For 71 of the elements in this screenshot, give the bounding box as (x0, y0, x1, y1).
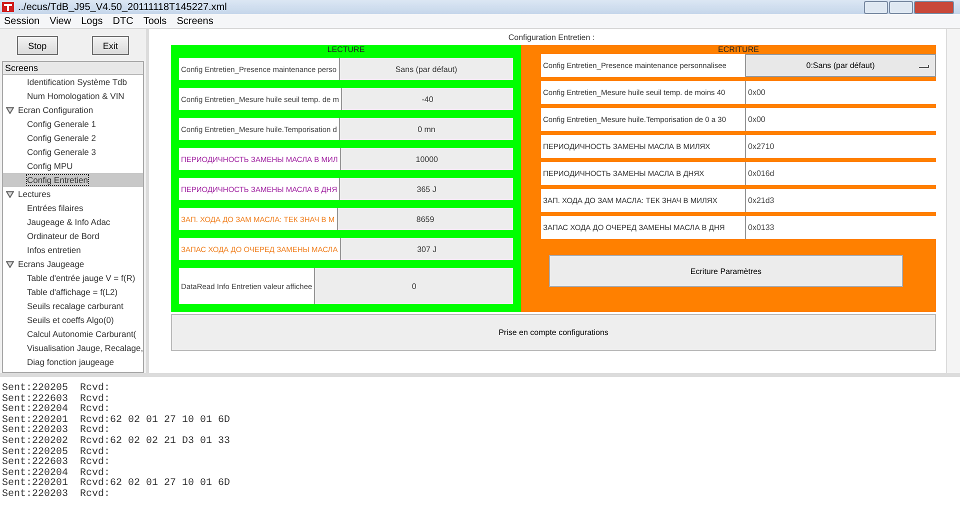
panel-title: LECTURE (326, 45, 366, 55)
menu-item[interactable]: Logs (77, 16, 107, 26)
value-cell: 0 (314, 268, 513, 304)
tree-item[interactable]: Jaugeage & Info Adac (27, 217, 110, 227)
tree-item[interactable]: Ecrans Jaugeage (18, 259, 84, 269)
tree-item[interactable]: Table d'affichage = f(L2) (27, 287, 118, 297)
menu-item[interactable]: View (46, 16, 76, 26)
app-icon (2, 2, 14, 12)
expand-arrow-icon[interactable] (6, 260, 14, 268)
tree-item[interactable]: Table d'entrée jauge V = f(R) (27, 273, 136, 283)
log-line: Sent:220203 Rcvd: (2, 490, 112, 501)
tree-item[interactable]: Config MPU (27, 161, 73, 171)
input-field[interactable]: 0x016d (745, 162, 936, 185)
log-line: Sent:220201 Rcvd:62 02 01 27 10 01 6D (2, 479, 232, 490)
tree-item[interactable]: Seuils recalage carburant (27, 301, 124, 311)
log-line: Sent:220204 Rcvd: (2, 405, 110, 416)
section-title: Configuration Entretien : (507, 32, 596, 44)
dropdown[interactable]: 0:Sans (par défaut) (745, 54, 936, 77)
log-line: Sent:220203 Rcvd: (2, 426, 110, 436)
tree-item[interactable]: Infos entretien (27, 245, 81, 255)
menu-item[interactable]: Tools (139, 16, 171, 26)
minimize-button[interactable] (864, 0, 888, 14)
tree-item[interactable]: Calcul Autonomie Carburant( (27, 329, 136, 339)
log-line: Sent:220205 Rcvd: (2, 448, 112, 458)
tree-item[interactable]: Entrées filaires (27, 203, 84, 213)
log-line: Sent:222603 Rcvd: (2, 394, 112, 405)
value-cell: -40 (341, 88, 513, 110)
expand-arrow-icon[interactable] (6, 106, 14, 114)
expand-arrow-icon[interactable] (6, 190, 14, 198)
input-field[interactable]: 0x0133 (745, 216, 936, 239)
toolbar-button[interactable]: Stop (17, 36, 58, 55)
value-cell: 365 J (339, 178, 513, 200)
tree-item[interactable]: Ordinateur de Bord (27, 231, 100, 241)
value-cell: Sans (par défaut) (338, 58, 513, 80)
tree-item[interactable]: Identification Système Tdb (27, 77, 128, 87)
input-field[interactable]: 0x00 (745, 108, 936, 131)
tree-item[interactable]: Config Generale 2 (27, 133, 96, 143)
value-cell: 307 J (340, 238, 513, 260)
menu-item[interactable]: Session (0, 16, 44, 26)
log-line: Sent:220202 Rcvd:62 02 02 21 D3 01 33 (2, 436, 232, 447)
tree-item[interactable]: Diag fonction jaugeage (27, 357, 114, 367)
tree-item[interactable]: Config Generale 1 (27, 119, 96, 129)
value-cell: 0 mn (338, 118, 513, 140)
input-field[interactable]: 0x00 (745, 81, 936, 104)
tree-item[interactable]: Lectures (18, 189, 51, 199)
maximize-button[interactable] (889, 0, 913, 14)
dropdown-icon (919, 65, 929, 68)
toolbar-button[interactable]: Exit (92, 36, 129, 55)
menu-item[interactable]: Screens (172, 16, 218, 26)
apply-button[interactable]: Prise en compte configurations (171, 314, 936, 351)
log-line: Sent:220201 Rcvd:62 02 01 27 10 01 6D (2, 416, 232, 426)
panel-title: ECRITURE (717, 45, 760, 55)
scrollbar[interactable] (946, 29, 960, 373)
close-button[interactable] (914, 0, 954, 14)
tree-item[interactable]: Num Homologation & VIN (27, 91, 124, 101)
tree-header: Screens (3, 62, 143, 75)
value-cell: 10000 (340, 148, 513, 170)
input-field[interactable]: 0x2710 (745, 135, 936, 158)
log-line: Sent:220205 Rcvd: (2, 384, 112, 394)
write-button[interactable]: Ecriture Paramètres (549, 255, 903, 287)
tree-item[interactable]: Visualisation Jauge, Recalage, (27, 343, 143, 353)
input-field[interactable]: 0x21d3 (745, 189, 936, 212)
tree-item[interactable]: Config Entretien (27, 175, 88, 185)
log-line: Sent:222603 Rcvd: (2, 458, 112, 468)
menu-item[interactable]: DTC (108, 16, 138, 26)
tree-item[interactable]: Seuils et coeffs Algo(0) (27, 315, 114, 325)
tree-item[interactable]: Config Generale 3 (27, 147, 96, 157)
window-title: ../ecus/TdB_J95_V4.50_20111118T145227.xml (18, 2, 227, 12)
log-line: Sent:220204 Rcvd: (2, 468, 110, 479)
tree-item[interactable]: Ecran Configuration (18, 105, 94, 115)
value-cell: 8659 (336, 208, 513, 230)
